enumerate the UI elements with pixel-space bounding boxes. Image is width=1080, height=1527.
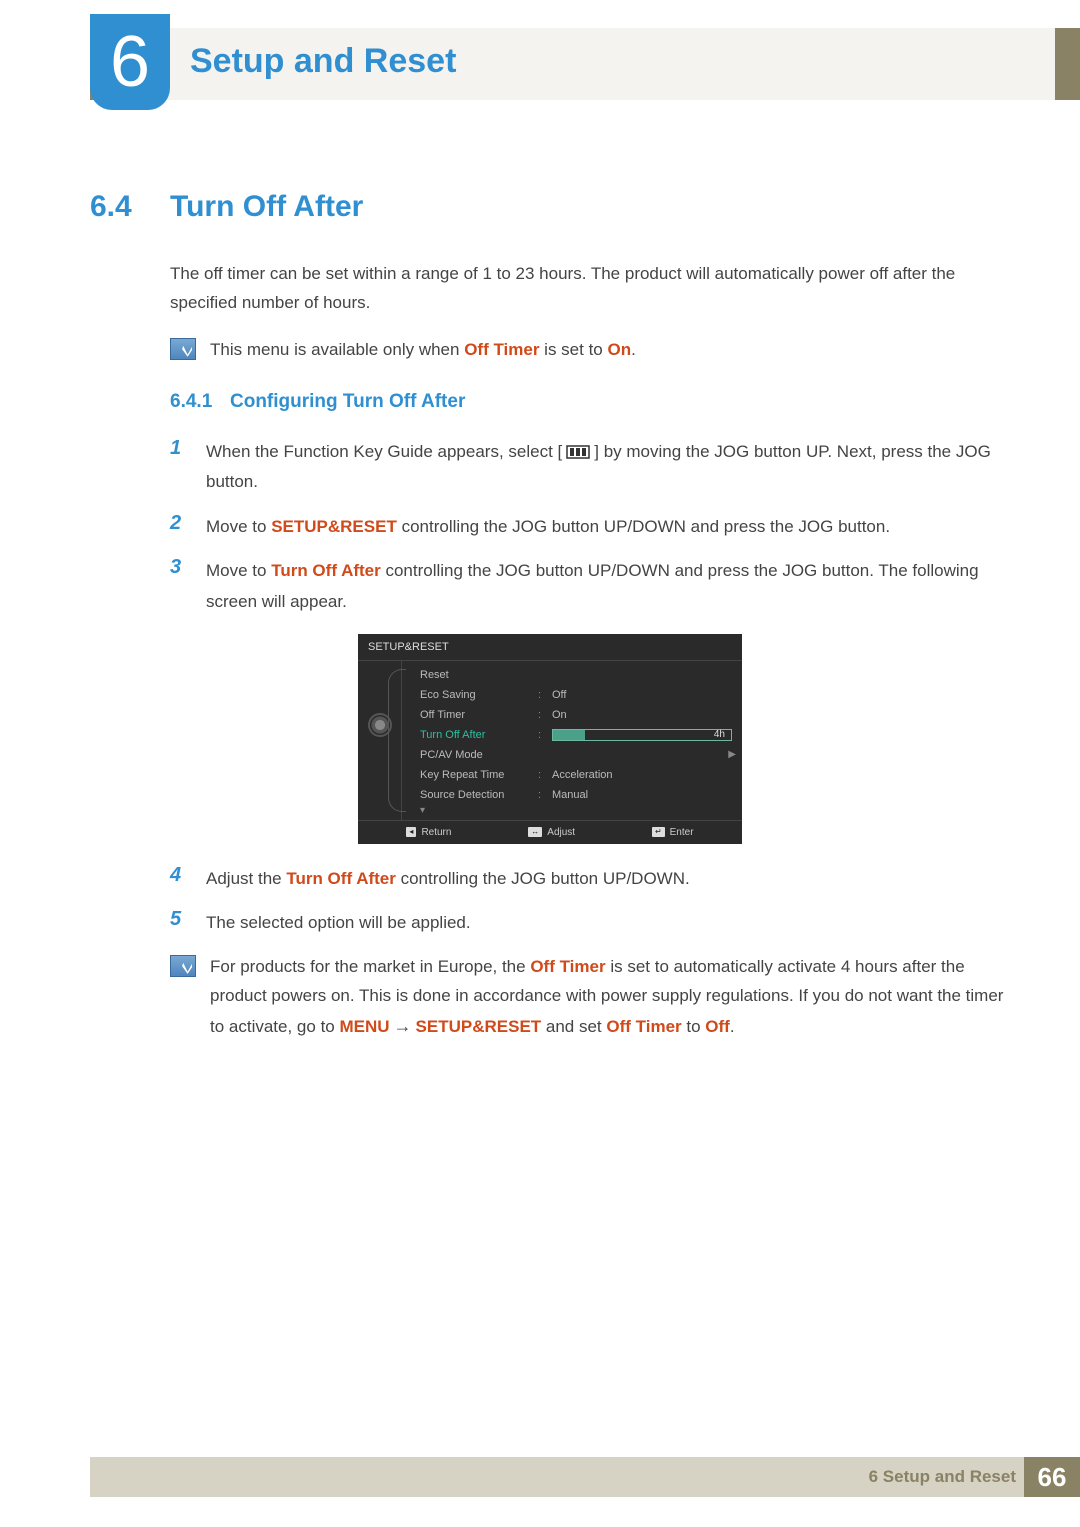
chapter-number-badge: 6 [90, 14, 170, 110]
subsection-heading: 6.4.1 Configuring Turn Off After [170, 391, 1010, 413]
step-1-text: When the Function Key Guide appears, sel… [206, 437, 1010, 498]
subsection-number: 6.4.1 [170, 391, 230, 413]
section-title: Turn Off After [170, 190, 363, 224]
osd-body: Reset Eco Saving : Off Off Timer : On Tu… [358, 661, 742, 820]
page-content: 6.4 Turn Off After The off timer can be … [90, 190, 1010, 1068]
step-4: 4 Adjust the Turn Off After controlling … [170, 864, 1010, 895]
osd-menu-list: Reset Eco Saving : Off Off Timer : On Tu… [402, 661, 742, 820]
step-3: 3 Move to Turn Off After controlling the… [170, 556, 1010, 617]
subsection-title: Configuring Turn Off After [230, 391, 465, 413]
adjust-icon: ↔ [528, 827, 542, 837]
osd-item-key-repeat: Key Repeat Time : Acceleration [402, 765, 742, 785]
osd-slider-value: 4h [714, 729, 725, 740]
osd-footer: ◂Return ↔Adjust ↵Enter [358, 820, 742, 844]
menu-grid-icon [566, 445, 590, 459]
gear-icon [370, 715, 390, 735]
arrow-right-icon: → [394, 1016, 412, 1036]
step-number: 4 [170, 864, 206, 895]
osd-item-turn-off-after: Turn Off After : 4h [402, 725, 742, 745]
osd-enter-hint: ↵Enter [652, 827, 694, 838]
step-5-text: The selected option will be applied. [206, 908, 471, 939]
osd-screenshot: SETUP&RESET Reset Eco Saving : Off Off T… [358, 634, 742, 844]
note-icon [170, 955, 196, 977]
footer-chapter-label: 6 Setup and Reset [869, 1467, 1016, 1487]
caret-right-icon: ▶ [728, 749, 736, 760]
osd-left-panel [358, 661, 402, 820]
step-number: 3 [170, 556, 206, 617]
osd-title: SETUP&RESET [358, 634, 742, 661]
intro-paragraph: The off timer can be set within a range … [170, 260, 1010, 318]
step-2: 2 Move to SETUP&RESET controlling the JO… [170, 512, 1010, 543]
chapter-title: Setup and Reset [190, 42, 456, 81]
step-number: 2 [170, 512, 206, 543]
osd-item-off-timer: Off Timer : On [402, 705, 742, 725]
page-footer: 6 Setup and Reset 66 [90, 1457, 1080, 1497]
chevron-down-icon: ▾ [402, 805, 742, 816]
osd-slider-fill [553, 730, 585, 740]
step-number: 5 [170, 908, 206, 939]
step-1: 1 When the Function Key Guide appears, s… [170, 437, 1010, 498]
note-2-text: For products for the market in Europe, t… [210, 953, 1010, 1042]
step-number: 1 [170, 437, 206, 498]
section-heading: 6.4 Turn Off After [90, 190, 1010, 224]
section-number: 6.4 [90, 190, 170, 224]
chapter-number: 6 [110, 26, 150, 98]
note-1-text: This menu is available only when Off Tim… [210, 336, 636, 365]
step-5: 5 The selected option will be applied. [170, 908, 1010, 939]
page-number: 66 [1024, 1457, 1080, 1497]
osd-slider: 4h [552, 729, 732, 741]
step-4-text: Adjust the Turn Off After controlling th… [206, 864, 690, 895]
step-3-text: Move to Turn Off After controlling the J… [206, 556, 1010, 617]
osd-item-pcav-mode: PC/AV Mode ▶ [402, 745, 742, 765]
osd-item-source-detection: Source Detection : Manual [402, 785, 742, 805]
note-1: This menu is available only when Off Tim… [170, 336, 1010, 365]
osd-item-reset: Reset [402, 665, 742, 685]
note-icon [170, 338, 196, 360]
osd-return-hint: ◂Return [406, 827, 451, 838]
enter-icon: ↵ [652, 827, 665, 837]
note-2: For products for the market in Europe, t… [170, 953, 1010, 1042]
return-icon: ◂ [406, 827, 416, 837]
osd-adjust-hint: ↔Adjust [528, 827, 575, 838]
step-2-text: Move to SETUP&RESET controlling the JOG … [206, 512, 890, 543]
osd-item-eco-saving: Eco Saving : Off [402, 685, 742, 705]
